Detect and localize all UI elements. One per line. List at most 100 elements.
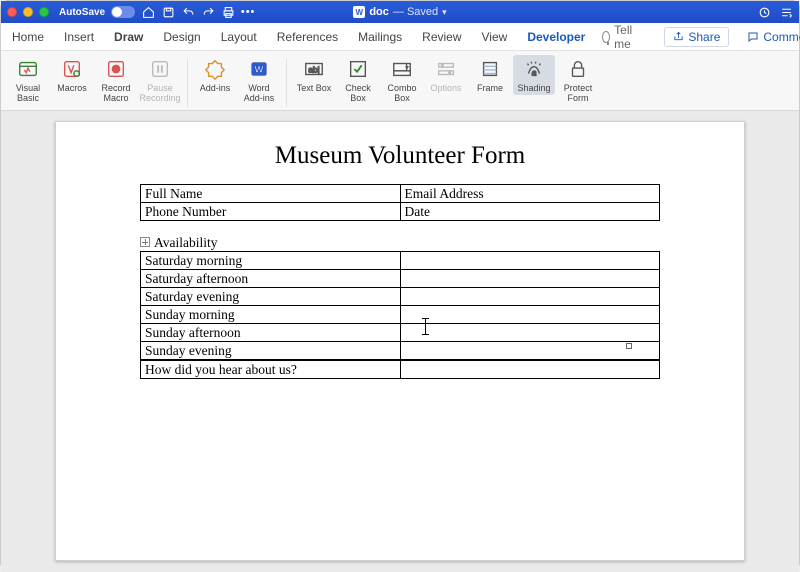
word-addins-icon: W [247,57,271,81]
protect-form-button[interactable]: Protect Form [557,55,599,105]
word-addins-button[interactable]: W Word Add-ins [238,55,280,105]
text-box-icon: ab| [302,57,326,81]
print-icon[interactable] [221,5,235,19]
tab-layout[interactable]: Layout [218,28,260,46]
date-cell[interactable]: Date [400,203,660,221]
check-box-button[interactable]: Check Box [337,55,379,105]
slot-cell[interactable]: Saturday morning [141,252,401,270]
quick-access-toolbar: AutoSave ••• [59,5,255,19]
shading-icon: a [522,57,546,81]
visual-basic-icon [16,57,40,81]
tab-home[interactable]: Home [9,28,47,46]
addins-button[interactable]: Add-ins [194,55,236,95]
tell-me-label: Tell me [614,23,636,51]
visual-basic-label: Visual Basic [7,83,49,103]
table-row: Sunday morning [141,306,660,324]
macros-label: Macros [57,83,87,93]
options-icon [434,57,458,81]
availability-heading: Availability [154,235,694,251]
tab-insert[interactable]: Insert [61,28,97,46]
macros-button[interactable]: Macros [51,55,93,95]
more-icon[interactable]: ••• [241,5,255,19]
availability-table[interactable]: Saturday morning Saturday afternoon Satu… [140,251,660,360]
svg-text:W: W [255,65,264,75]
record-macro-label: Record Macro [95,83,137,103]
addins-icon [203,57,227,81]
autosave-toggle[interactable] [111,6,135,18]
svg-text:ab|: ab| [308,66,319,75]
slot-value-cell[interactable] [400,324,660,342]
slot-value-cell[interactable] [400,288,660,306]
redo-icon[interactable] [201,5,215,19]
slot-value-cell[interactable] [400,342,660,360]
macros-icon [60,57,84,81]
frame-button[interactable]: Frame [469,55,511,95]
addins-label: Add-ins [200,83,231,93]
combo-box-button[interactable]: Combo Box [381,55,423,105]
slot-cell[interactable]: Sunday evening [141,342,401,360]
slot-value-cell[interactable] [400,270,660,288]
slot-value-cell[interactable] [400,306,660,324]
save-icon[interactable] [161,5,175,19]
record-macro-icon [104,57,128,81]
text-box-label: Text Box [297,83,332,93]
combo-box-label: Combo Box [381,83,423,103]
slot-cell[interactable]: Sunday morning [141,306,401,324]
options-button: Options [425,55,467,95]
home-icon[interactable] [141,5,155,19]
chevron-down-icon[interactable]: ▾ [442,7,447,18]
window-zoom-icon[interactable] [39,7,49,17]
hear-about-table[interactable]: How did you hear about us? [140,360,660,379]
email-cell[interactable]: Email Address [400,185,660,203]
tab-view[interactable]: View [479,28,511,46]
tab-draw[interactable]: Draw [111,28,146,46]
table-row: Saturday evening [141,288,660,306]
availability-label: Availability [154,235,218,250]
contact-table[interactable]: Full Name Email Address Phone Number Dat… [140,184,660,221]
shading-button[interactable]: a Shading [513,55,555,95]
phone-cell[interactable]: Phone Number [141,203,401,221]
comments-button[interactable]: Comments [743,28,800,46]
table-row: Saturday morning [141,252,660,270]
hear-value-cell[interactable] [400,361,660,379]
document-canvas[interactable]: Museum Volunteer Form Full Name Email Ad… [1,111,799,572]
word-doc-icon: W [353,6,365,18]
full-name-cell[interactable]: Full Name [141,185,401,203]
slot-value-cell[interactable] [400,252,660,270]
tab-review[interactable]: Review [419,28,464,46]
shading-label: Shading [517,83,550,93]
slot-cell[interactable]: Saturday afternoon [141,270,401,288]
form-title: Museum Volunteer Form [106,142,694,170]
ribbon-separator [187,59,188,107]
tab-references[interactable]: References [274,28,341,46]
pause-recording-button: Pause Recording [139,55,181,105]
tab-design[interactable]: Design [160,28,203,46]
table-row: Sunday evening [141,342,660,360]
share-label: Share [688,30,720,44]
pause-icon [148,57,172,81]
window-titlebar: AutoSave ••• W doc — Saved ▾ [1,1,799,23]
table-resize-handle-icon[interactable] [626,343,632,349]
text-box-button[interactable]: ab| Text Box [293,55,335,95]
table-move-handle-icon[interactable] [140,237,150,247]
ribbon-options-icon[interactable] [779,5,793,19]
pause-recording-label: Pause Recording [139,83,181,103]
page[interactable]: Museum Volunteer Form Full Name Email Ad… [55,121,745,561]
tell-me-search[interactable]: Tell me [602,23,636,51]
tab-developer[interactable]: Developer [524,28,588,46]
record-macro-button[interactable]: Record Macro [95,55,137,105]
undo-icon[interactable] [181,5,195,19]
word-addins-label: Word Add-ins [238,83,280,103]
frame-icon [478,57,502,81]
window-close-icon[interactable] [7,7,17,17]
share-button[interactable]: Share [664,27,729,47]
ribbon-separator [286,59,287,107]
slot-cell[interactable]: Saturday evening [141,288,401,306]
tab-mailings[interactable]: Mailings [355,28,405,46]
sync-icon[interactable] [757,5,771,19]
hear-cell[interactable]: How did you hear about us? [141,361,401,379]
slot-cell[interactable]: Sunday afternoon [141,324,401,342]
lock-icon [566,57,590,81]
visual-basic-button[interactable]: Visual Basic [7,55,49,105]
window-minimize-icon[interactable] [23,7,33,17]
